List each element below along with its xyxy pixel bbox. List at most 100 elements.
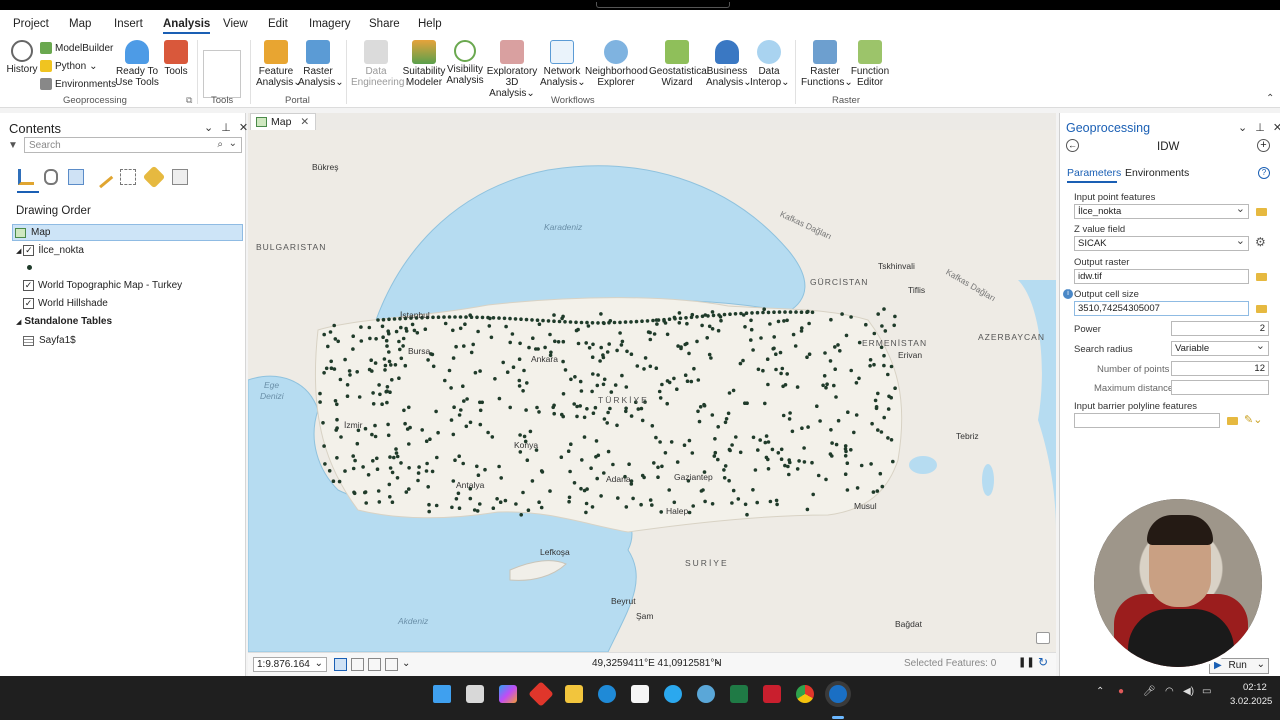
browse-folder-icon[interactable] [1256,273,1267,281]
tree-item-world-hillshade[interactable]: ✓ World Hillshade [23,295,108,312]
gear-icon[interactable]: ⚙ [1255,235,1266,249]
neighborhood-explorer-button[interactable]: Neighborhood Explorer [585,40,648,88]
pin-icon[interactable]: ⊥ [1255,121,1265,134]
app-icon[interactable] [528,681,554,707]
tray-overflow-icon[interactable]: ⌃ [1096,686,1104,697]
wifi-icon[interactable]: ◠ [1165,686,1174,697]
tab-map[interactable]: Map ✕ [250,113,317,130]
filter-icon[interactable]: ▼ [8,140,18,151]
browse-folder-icon[interactable] [1256,208,1267,216]
pause-icon[interactable]: ❚❚ [1018,657,1035,668]
number-of-points-input[interactable]: 12 [1171,361,1269,376]
tree-item-standalone-tables[interactable]: ◢ Standalone Tables [16,313,112,330]
tray-app-icon[interactable]: ● [1118,686,1124,697]
close-icon[interactable]: ✕ [300,116,309,128]
file-explorer-icon[interactable] [565,685,583,703]
tab-parameters[interactable]: Parameters [1067,167,1121,179]
tree-item-world-topographic[interactable]: ✓ World Topographic Map - Turkey [23,277,182,294]
chevron-down-icon[interactable]: ⌄ [713,656,721,667]
dialog-launcher-icon[interactable]: ⧉ [186,95,192,106]
output-cell-size-input[interactable]: 3510,74254305007 [1074,301,1249,316]
z-value-field-select[interactable]: SICAK [1074,234,1249,251]
help-icon[interactable]: ? [1258,167,1270,179]
menu-share[interactable]: Share [369,18,400,30]
basemap-attribution-icon[interactable] [1036,632,1050,644]
menu-project[interactable]: Project [13,18,49,30]
close-icon[interactable]: ✕ [239,121,248,134]
title-search-box[interactable] [596,2,730,8]
microphone-icon[interactable]: 🎤︎ [1143,686,1156,697]
back-icon[interactable]: ← [1066,139,1079,152]
search-app-icon[interactable] [697,685,715,703]
layer-visibility-checkbox[interactable]: ✓ [23,245,35,256]
expand-arrow-icon[interactable]: ◢ [16,318,21,326]
drawing-order-icon[interactable] [18,169,34,185]
suitability-modeler-button[interactable]: Suitability Modeler [402,40,446,88]
ready-to-use-tools-button[interactable]: Ready To Use Tools [113,40,161,88]
raster-functions-button[interactable]: Raster Functions⌄ [801,40,853,88]
charts-icon[interactable] [172,169,188,185]
visibility-analysis-button[interactable]: Visibility Analysis [446,40,484,86]
output-raster-input[interactable]: idw.tif [1074,269,1249,284]
geostatistical-wizard-button[interactable]: Geostatistical Wizard [649,40,709,88]
volume-icon[interactable]: ◀) [1183,686,1194,697]
menu-map[interactable]: Map [69,18,91,30]
tree-item-map[interactable]: Map [12,224,243,241]
exploratory-3d-analysis-button[interactable]: Exploratory 3D Analysis⌄ [485,40,539,99]
chrome-icon[interactable] [796,685,814,703]
function-editor-button[interactable]: Function Editor [850,40,890,88]
power-input[interactable]: 2 [1171,321,1269,336]
menu-help[interactable]: Help [418,18,442,30]
tab-environments[interactable]: Environments [1125,167,1189,179]
scale-selector[interactable]: 1:9.876.164 ⌄ [253,657,327,672]
battery-icon[interactable]: ▭ [1202,686,1211,697]
history-button[interactable]: History [6,40,38,75]
browse-folder-icon[interactable] [1256,305,1267,313]
navigate-icon[interactable] [385,658,398,671]
close-icon[interactable]: ✕ [1273,121,1280,134]
python-button[interactable]: Python ⌄ [40,60,98,72]
arcgis-pro-icon[interactable] [829,685,847,703]
table-view-icon[interactable] [351,658,364,671]
tree-item-sayfa1[interactable]: Sayfa1$ [23,332,76,349]
browse-folder-icon[interactable] [1227,417,1238,425]
store-icon[interactable] [631,685,649,703]
menu-edit[interactable]: Edit [268,18,288,30]
business-analysis-button[interactable]: Business Analysis⌄ [706,40,752,88]
tools-button[interactable]: Tools [162,40,190,77]
layer-visibility-checkbox[interactable]: ✓ [23,280,34,291]
raster-analysis-button[interactable]: Raster Analysis⌄ [298,40,344,88]
modelbuilder-button[interactable]: ModelBuilder [40,42,113,54]
pane-options-icon[interactable]: ⌄ [204,121,213,134]
pane-options-icon[interactable]: ⌄ [1238,121,1247,134]
add-icon[interactable]: + [1257,139,1270,152]
feature-analysis-button[interactable]: Feature Analysis⌄ [256,40,302,88]
network-analysis-button[interactable]: Network Analysis⌄ [540,40,586,88]
chevron-down-icon[interactable]: ⌄ [402,658,410,671]
copilot-icon[interactable] [499,685,517,703]
tools-gallery[interactable] [203,50,241,98]
excel-icon[interactable] [730,685,748,703]
chevron-down-icon[interactable]: ⌄ [229,138,237,149]
data-engineering-button[interactable]: Data Engineering [351,40,404,88]
menu-insert[interactable]: Insert [114,18,143,30]
input-barrier-input[interactable] [1074,413,1220,428]
selection-icon[interactable] [68,169,84,185]
task-view-icon[interactable] [466,685,484,703]
refresh-icon[interactable]: ↻ [1038,655,1048,669]
mcafee-icon[interactable] [763,685,781,703]
input-point-features-select[interactable]: İlce_nokta [1074,202,1249,219]
app-icon[interactable] [664,685,682,703]
menu-view[interactable]: View [223,18,248,30]
editing-icon[interactable] [90,165,114,189]
tree-item-ilce-nokta[interactable]: ◢ ✓ İlce_nokta [16,242,84,259]
grid-icon[interactable] [334,658,347,671]
measure-icon[interactable] [368,658,381,671]
maximum-distance-input[interactable] [1171,380,1269,395]
environments-button[interactable]: Environments [40,78,116,90]
menu-imagery[interactable]: Imagery [309,18,351,30]
expand-arrow-icon[interactable]: ◢ [16,247,21,255]
map-canvas[interactable]: Bükreş Karadeniz BULGARISTAN Kafkas Dağl… [248,130,1056,652]
search-icon[interactable]: ⌕ [217,139,223,150]
layer-visibility-checkbox[interactable]: ✓ [23,298,34,309]
